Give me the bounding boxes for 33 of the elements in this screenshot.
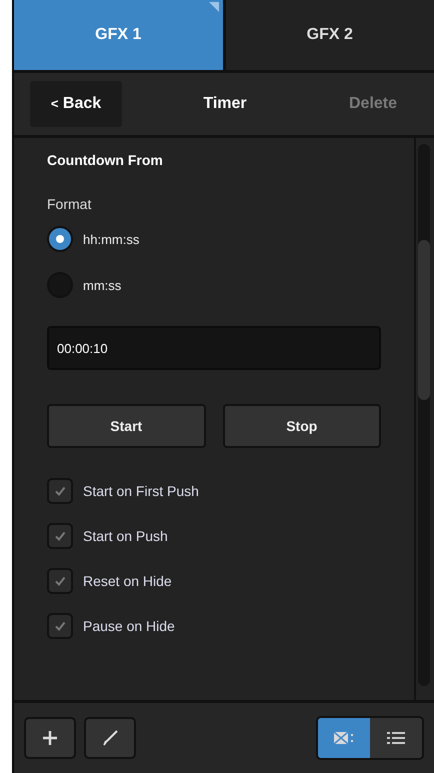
checkmark-icon [53,529,67,543]
brush-button[interactable] [84,717,136,759]
checkmark-icon [53,574,67,588]
checkbox[interactable] [47,523,73,549]
radio-label: mm:ss [83,278,122,292]
plus-icon [41,729,59,747]
list-icon [386,730,406,746]
action-button[interactable]: Start [47,404,206,448]
panel-title: Timer [202,95,248,113]
add-button[interactable] [24,717,76,759]
checkbox[interactable] [47,478,73,504]
list-view-button[interactable] [370,718,422,758]
scrollbar[interactable] [418,144,430,686]
checkmark-icon [53,619,67,633]
format-label: Format [47,196,92,212]
checkbox-label: Reset on Hide [83,573,172,589]
section-title: Countdown From [47,152,164,168]
checkmark-icon [53,484,67,498]
envelope-icon [333,730,355,746]
checkbox[interactable] [47,568,73,594]
checkbox[interactable] [47,613,73,639]
brush-icon [101,729,119,747]
radio-button[interactable] [47,226,73,252]
action-button[interactable]: Stop [222,404,381,448]
checkbox-label: Start on First Push [83,483,199,499]
radio-label: hh:mm:ss [83,232,140,246]
tab[interactable]: GFX 1 [14,0,222,70]
tab[interactable]: GFX 2 [226,0,434,70]
checkbox-label: Pause on Hide [83,618,175,634]
back-button[interactable]: < Back [30,81,122,127]
time-input-field[interactable]: 00:00:10 [47,326,381,370]
corner-marker-icon [208,2,218,12]
checkbox-label: Start on Push [83,528,168,544]
